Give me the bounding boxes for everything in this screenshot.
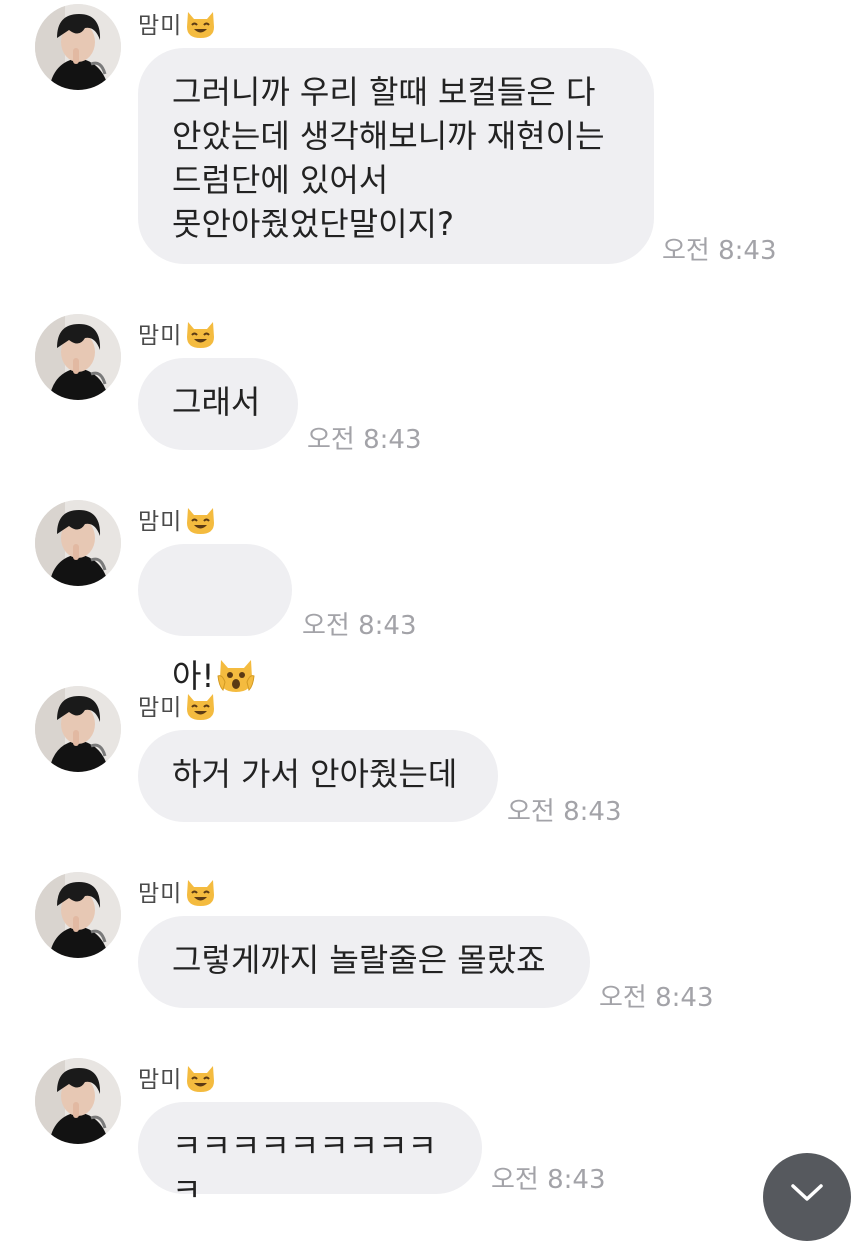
message-bubble[interactable]: 하거 가서 안아줬는데: [138, 730, 498, 822]
smiling-cat-icon: [184, 875, 217, 908]
sender-label: 맘미: [138, 874, 217, 908]
chat-message: 맘미 그렇게까지 놀랄줄은 몰랐죠 오전 8:43: [0, 872, 867, 1013]
timestamp: 오전 8:43: [662, 236, 777, 266]
chat-message: 맘미 하거 가서 안아줬는데 오전 8:43: [0, 686, 867, 827]
timestamp: 오전 8:43: [599, 983, 714, 1013]
message-bubble[interactable]: 그래서: [138, 358, 298, 450]
sender-label: 맘미: [138, 1060, 217, 1094]
sender-label: 맘미: [138, 502, 217, 536]
chat-message: 맘미 아! 오전 8:43: [0, 500, 867, 695]
chat-message: 맘미 그래서 오전 8:43: [0, 314, 867, 455]
smiling-cat-icon: [184, 503, 217, 536]
message-bubble[interactable]: 아!: [138, 544, 292, 695]
sender-name: 맘미: [138, 323, 183, 349]
message-bubble[interactable]: 그렇게까지 놀랄줄은 몰랐죠: [138, 916, 590, 1008]
avatar[interactable]: [35, 500, 121, 586]
chat-message: 맘미 ㅋㅋㅋㅋㅋㅋㅋㅋㅋㅋ 오전 8:43: [0, 1058, 867, 1209]
sender-label: 맘미: [138, 688, 217, 722]
sender-name: 맘미: [138, 509, 183, 535]
smiling-cat-icon: [184, 689, 217, 722]
sender-label: 맘미: [138, 316, 217, 350]
timestamp: 오전 8:43: [307, 425, 422, 455]
chat-message: 맘미 그러니까 우리 할때 보컬들은 다 안았는데 생각해보니까 재현이는 드럼…: [0, 4, 867, 274]
avatar[interactable]: [35, 314, 121, 400]
avatar[interactable]: [35, 1058, 121, 1144]
sender-name: 맘미: [138, 881, 183, 907]
smiling-cat-icon: [184, 1061, 217, 1094]
timestamp: 오전 8:43: [302, 611, 417, 641]
sender-label: 맘미: [138, 6, 217, 40]
sender-name: 맘미: [138, 695, 183, 721]
sender-name: 맘미: [138, 1067, 183, 1093]
smiling-cat-icon: [184, 317, 217, 350]
avatar[interactable]: [35, 4, 121, 90]
scream-cat-emoji-icon: [216, 610, 256, 692]
sender-name: 맘미: [138, 13, 183, 39]
timestamp: 오전 8:43: [491, 1165, 606, 1195]
avatar[interactable]: [35, 686, 121, 772]
smiling-cat-icon: [184, 7, 217, 40]
chevron-down-icon: [791, 1184, 823, 1201]
scroll-to-bottom-button[interactable]: [763, 1153, 851, 1241]
message-bubble[interactable]: ㅋㅋㅋㅋㅋㅋㅋㅋㅋㅋ: [138, 1102, 482, 1209]
message-bubble[interactable]: 그러니까 우리 할때 보컬들은 다 안았는데 생각해보니까 재현이는 드럼단에 …: [138, 48, 654, 264]
timestamp: 오전 8:43: [507, 797, 622, 827]
avatar[interactable]: [35, 872, 121, 958]
